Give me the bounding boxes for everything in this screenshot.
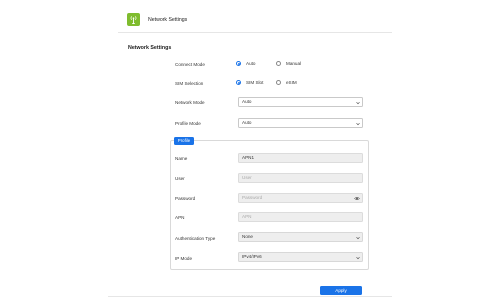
sim-selection-label: SIM Selection [175, 81, 204, 86]
radio-selected-icon [236, 61, 241, 66]
select-value: Auto [242, 99, 252, 104]
eye-icon[interactable] [354, 196, 360, 201]
select-value: Auto [242, 120, 252, 125]
radio-unselected-icon [276, 80, 281, 85]
radio-selected-icon [236, 80, 241, 85]
profile-user-label: User [175, 176, 185, 181]
network-mode-select[interactable]: Auto [238, 97, 363, 107]
connect-mode-auto-radio[interactable]: Auto [236, 61, 255, 66]
chevron-down-icon [356, 101, 360, 104]
connect-mode-manual-radio[interactable]: Manual [276, 61, 301, 66]
radio-unselected-icon [276, 61, 281, 66]
select-value: IPv4/IPv6 [242, 254, 262, 259]
chevron-down-icon [356, 122, 360, 125]
radio-label: eSIM [286, 80, 297, 85]
select-value: None [242, 234, 253, 239]
ip-mode-label: IP Mode [175, 256, 193, 261]
password-placeholder: Password [242, 195, 263, 200]
profile-apn-input[interactable]: APN [238, 212, 363, 222]
radio-label: Manual [286, 61, 302, 66]
auth-type-select[interactable]: None [238, 232, 363, 242]
profile-mode-select[interactable]: Auto [238, 118, 363, 128]
antenna-icon [127, 13, 140, 26]
chevron-down-icon [356, 256, 360, 259]
chevron-down-icon [356, 236, 360, 239]
apply-button[interactable]: Apply [320, 286, 362, 295]
connect-mode-label: Connect Mode [175, 62, 205, 67]
radio-label: SIM Slot [246, 80, 264, 85]
network-mode-label: Network Mode [175, 100, 205, 105]
profile-name-input[interactable]: APN1 [238, 153, 363, 163]
profile-mode-label: Profile Mode [175, 121, 201, 126]
ip-mode-select[interactable]: IPv4/IPv6 [238, 252, 363, 262]
profile-password-label: Password [175, 196, 196, 201]
radio-label: Auto [246, 61, 256, 66]
profile-user-input[interactable]: User [238, 173, 363, 183]
profile-tag: Profile [174, 137, 194, 145]
auth-type-label: Authentication Type [175, 236, 216, 241]
header-title: Network Settings [148, 17, 188, 23]
footer-divider [108, 296, 392, 297]
profile-password-input[interactable]: Password [238, 193, 363, 203]
page-header: Network Settings [118, 6, 392, 33]
section-title: Network Settings [128, 45, 172, 51]
sim-slot-radio[interactable]: SIM Slot [236, 80, 263, 85]
profile-name-label: Name [175, 156, 188, 161]
esim-radio[interactable]: eSIM [276, 80, 297, 85]
profile-apn-label: APN [175, 215, 185, 220]
